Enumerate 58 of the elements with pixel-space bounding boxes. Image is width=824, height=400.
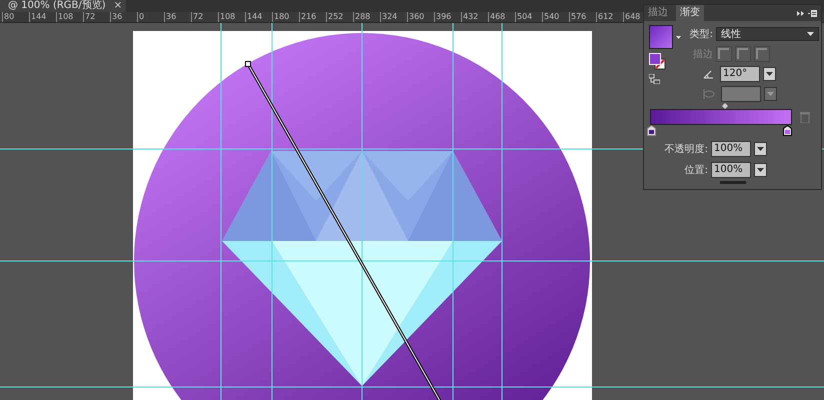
hierarchy-icon[interactable] [649, 74, 660, 84]
ruler-label: 540 [542, 12, 569, 22]
caret-icon [757, 146, 764, 150]
caret-icon[interactable] [676, 36, 681, 38]
ruler-label: 36 [110, 12, 137, 22]
ruler-label: 72 [191, 12, 218, 22]
dropdown-button[interactable] [754, 162, 767, 176]
dropdown-button[interactable] [763, 66, 776, 80]
caret-icon [766, 72, 773, 76]
close-button[interactable]: × [114, 0, 122, 12]
ruler-label: 612 [596, 12, 623, 22]
caret-icon [757, 168, 764, 172]
ruler-label: 396 [434, 12, 461, 22]
ruler-label: 108 [56, 12, 83, 22]
ruler-label: 108 [218, 12, 245, 22]
caret-icon [767, 92, 774, 96]
ruler-label: 468 [488, 12, 515, 22]
ruler-label: 360 [407, 12, 434, 22]
ruler-label: 504 [515, 12, 542, 22]
document-tab[interactable]: @ 100% (RGB/预览) × [0, 0, 126, 12]
ruler-label: 180 [272, 12, 299, 22]
dropdown-button[interactable] [754, 142, 767, 156]
gradient-slider-bar[interactable] [650, 109, 792, 125]
ruler-label: 432 [461, 12, 488, 22]
opacity-label: 不透明度: [664, 142, 708, 156]
type-label: 类型: [688, 28, 713, 40]
angle-field[interactable]: 120° [720, 66, 760, 82]
opacity-field[interactable]: 100% [711, 140, 751, 156]
location-field[interactable]: 100% [711, 162, 751, 178]
panel-tab[interactable]: 渐变 [676, 5, 704, 21]
ruler-label: 324 [380, 12, 407, 22]
color-stop-handle[interactable] [647, 125, 656, 136]
color-stop-handle[interactable] [783, 125, 792, 136]
ruler-label: 144 [245, 12, 272, 22]
resize-grip[interactable] [720, 181, 746, 184]
ruler-label: 252 [326, 12, 353, 22]
ruler-label: 288 [353, 12, 380, 22]
stroke-corner-button[interactable] [736, 46, 750, 60]
gradient-origin-handle[interactable] [245, 61, 251, 67]
location-label: 位置: [684, 164, 708, 176]
caret-icon [807, 32, 814, 36]
aspect-ratio-icon [703, 88, 715, 98]
ruler-label: 0 [137, 12, 164, 22]
stroke-corner-button[interactable] [717, 46, 731, 60]
ruler-label: 72 [83, 12, 110, 22]
gradient-swatch[interactable] [649, 25, 673, 49]
fill-stroke-icon[interactable] [649, 53, 666, 70]
collapse-icon[interactable] [797, 10, 804, 16]
ruler-label: 576 [569, 12, 596, 22]
type-dropdown[interactable]: 线性 [716, 26, 819, 40]
ruler-label: 80 [2, 12, 29, 22]
ruler-label: 144 [29, 12, 56, 22]
ruler-label: 36 [164, 12, 191, 22]
stroke-corner-button[interactable] [755, 46, 769, 60]
menu-icon[interactable] [808, 10, 817, 16]
angle-icon [703, 68, 714, 78]
ruler-label: 216 [299, 12, 326, 22]
document-title: @ 100% (RGB/预览) [8, 0, 106, 12]
